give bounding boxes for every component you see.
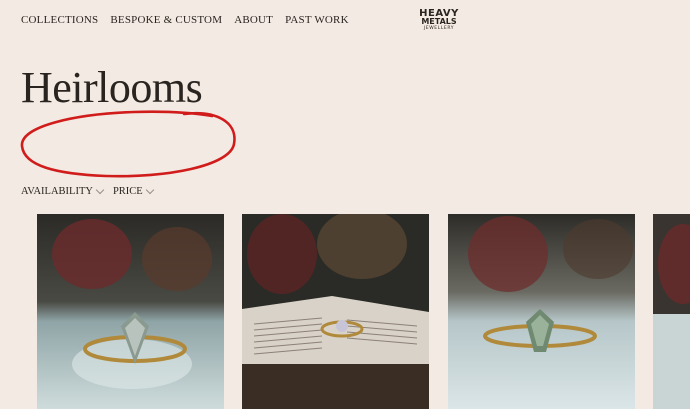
red-scribble-annotation — [20, 110, 236, 178]
price-filter-label: PRICE — [112, 186, 143, 197]
product-card[interactable] — [37, 214, 224, 409]
nav-collections[interactable]: COLLECTIONS — [21, 14, 98, 26]
price-filter[interactable]: PRICE — [112, 185, 154, 197]
product-card[interactable] — [653, 214, 690, 409]
availability-filter[interactable]: AVAILABILITY — [21, 185, 105, 197]
main-nav: COLLECTIONS BESPOKE & CUSTOM ABOUT PAST … — [21, 14, 361, 26]
logo-line-3: JEWELLERY — [423, 26, 455, 31]
filter-bar: AVAILABILITY PRICE — [21, 185, 163, 197]
product-card[interactable] — [448, 214, 635, 409]
ring-photo — [37, 214, 224, 409]
logo-line-2: METALS — [421, 17, 457, 26]
brand-logo[interactable]: HEAVY METALS JEWELLERY — [419, 9, 459, 37]
ring-photo — [242, 214, 429, 409]
ring-photo — [653, 214, 690, 409]
nav-bespoke-custom[interactable]: BESPOKE & CUSTOM — [110, 14, 222, 26]
chevron-down-icon — [145, 185, 154, 195]
ring-photo — [448, 214, 635, 409]
product-card[interactable] — [242, 214, 429, 409]
nav-past-work[interactable]: PAST WORK — [285, 14, 349, 26]
chevron-down-icon — [95, 185, 105, 195]
nav-about[interactable]: ABOUT — [234, 14, 273, 26]
availability-filter-label: AVAILABILITY — [21, 186, 93, 197]
